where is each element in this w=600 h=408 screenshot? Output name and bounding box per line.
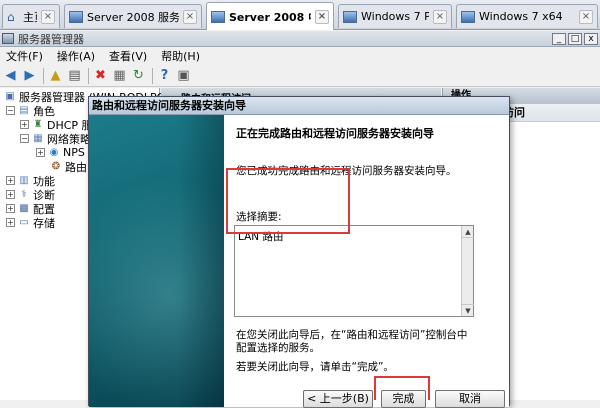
up-folder-icon[interactable]: ▲ <box>47 67 64 84</box>
tab-windows-7-x64[interactable]: Windows 7 x64 × <box>456 4 598 28</box>
wizard-body: 正在完成路由和远程访问服务器安装向导 您已成功完成路由和远程访问服务器安装向导。… <box>224 115 509 407</box>
wizard-heading: 正在完成路由和远程访问服务器安装向导 <box>236 127 434 140</box>
toolbar-separator <box>152 67 153 84</box>
toolbar-separator <box>43 67 44 84</box>
tab-label: Windows 7 x64 <box>479 10 563 23</box>
diagnostics-icon: ⚕ <box>21 189 27 200</box>
tab-label: 主页 <box>23 10 37 24</box>
server-icon: ▣ <box>5 91 15 102</box>
tab-home[interactable]: ⌂ 主页 × <box>2 4 60 28</box>
banner-band <box>179 115 224 407</box>
setup-wizard-dialog: 路由和远程访问服务器安装向导 正在完成路由和远程访问服务器安装向导 您已成功完成… <box>88 96 510 408</box>
tree-item-dhcp[interactable]: + ♜ DHCP 服 <box>20 118 93 132</box>
tree-item-nps[interactable]: + ◉ NPS <box>36 146 85 159</box>
mmc-panel-icon[interactable]: ▣ <box>175 67 192 84</box>
tree-item-configuration[interactable]: + ▩ 配置 <box>6 202 55 216</box>
tab-label: Windows 7 PC 1 <box>361 10 429 23</box>
back-button[interactable]: < 上一步(B) <box>303 390 373 408</box>
expand-toggle-icon[interactable]: + <box>36 148 45 157</box>
roles-icon: ▤ <box>19 105 29 116</box>
vm-icon <box>69 10 83 23</box>
tree-label: NPS <box>63 146 85 159</box>
expand-toggle-icon[interactable]: + <box>6 218 15 227</box>
tree-item-roles[interactable]: − ▤ 角色 <box>6 104 55 118</box>
close-button[interactable]: x <box>584 32 598 45</box>
features-icon: ▥ <box>19 175 29 186</box>
close-icon[interactable]: × <box>41 9 55 24</box>
forward-arrow-icon[interactable]: ▶ <box>21 67 38 84</box>
wizard-banner-art <box>89 115 224 407</box>
menu-view[interactable]: 查看(V) <box>103 48 153 64</box>
wizard-title: 路由和远程访问服务器安装向导 <box>89 97 509 115</box>
collapse-toggle-icon[interactable]: − <box>20 134 29 143</box>
tab-label: Server 2008 服务器 <box>87 10 179 24</box>
tree-label: 存储 <box>33 216 55 230</box>
tree-item-network-policy[interactable]: − ▦ 网络策略 <box>20 132 91 146</box>
dhcp-icon: ♜ <box>33 119 43 130</box>
tab-label: Server 2008 中继 <box>229 10 311 24</box>
expand-toggle-icon[interactable]: + <box>6 204 15 213</box>
routing-icon: ❂ <box>51 161 61 172</box>
close-hint-text: 若要关闭此向导，请单击“完成”。 <box>236 361 394 373</box>
tab-windows-7-pc-1[interactable]: Windows 7 PC 1 × <box>338 4 452 28</box>
window-title: 服务器管理器 <box>18 32 84 46</box>
configuration-icon: ▩ <box>19 203 29 214</box>
menu-bar: 文件(F) 操作(A) 查看(V) 帮助(H) <box>0 47 600 65</box>
tab-server-2008-relay[interactable]: Server 2008 中继 × <box>206 2 334 30</box>
scroll-up-icon[interactable]: ▲ <box>462 226 474 238</box>
toolbar: ◀ ▶ ▲ ▤ ✖ ▦ ↻ ? ▣ <box>0 65 600 87</box>
expand-toggle-icon[interactable]: + <box>6 176 15 185</box>
summary-textbox[interactable]: LAN 路由 ▲ ▼ <box>234 225 474 317</box>
server-manager-icon <box>2 33 14 44</box>
close-icon[interactable]: × <box>433 9 447 24</box>
scroll-down-icon[interactable]: ▼ <box>462 304 474 316</box>
vm-icon <box>211 10 225 23</box>
storage-icon: ▭ <box>19 217 29 228</box>
refresh-icon[interactable]: ↻ <box>130 67 147 84</box>
menu-action[interactable]: 操作(A) <box>51 48 101 64</box>
help-icon[interactable]: ? <box>156 67 173 84</box>
tree-item-routing[interactable]: ❂ 路由 <box>50 160 87 174</box>
expand-toggle-icon[interactable]: + <box>20 120 29 129</box>
annotation-finish-highlight <box>374 376 430 400</box>
tree-item-features[interactable]: + ▥ 功能 <box>6 174 55 188</box>
expand-toggle-icon[interactable]: + <box>6 190 15 199</box>
cancel-button[interactable]: 取消 <box>435 390 505 408</box>
vm-tab-strip: ⌂ 主页 × Server 2008 服务器 × Server 2008 中继 … <box>0 0 600 30</box>
home-icon: ⌂ <box>7 9 15 24</box>
properties-icon[interactable]: ▦ <box>111 67 128 84</box>
tree-label: 网络策略 <box>47 132 91 146</box>
tree-label: 路由 <box>65 160 87 174</box>
close-icon[interactable]: × <box>183 9 197 24</box>
vm-icon <box>461 10 475 23</box>
toolbar-separator <box>88 67 89 84</box>
minimize-button[interactable]: _ <box>552 32 566 45</box>
delete-icon[interactable]: ✖ <box>92 67 109 84</box>
nps-globe-icon: ◉ <box>49 147 59 158</box>
annotation-summary-highlight <box>226 168 350 234</box>
back-arrow-icon[interactable]: ◀ <box>2 67 19 84</box>
tree-item-storage[interactable]: + ▭ 存储 <box>6 216 55 230</box>
window-title-bar: 服务器管理器 _ □ x <box>0 31 600 47</box>
summary-scrollbar[interactable]: ▲ ▼ <box>461 226 474 316</box>
menu-file[interactable]: 文件(F) <box>0 48 49 64</box>
close-icon[interactable]: × <box>315 9 329 24</box>
tree-item-diagnostics[interactable]: + ⚕ 诊断 <box>6 188 55 202</box>
collapse-toggle-icon[interactable]: − <box>6 106 15 115</box>
tab-server-2008-server[interactable]: Server 2008 服务器 × <box>64 4 202 28</box>
restore-button[interactable]: □ <box>568 32 582 45</box>
show-hide-tree-icon[interactable]: ▤ <box>66 67 83 84</box>
after-close-text-line2: 配置选择的服务。 <box>236 342 320 354</box>
network-policy-icon: ▦ <box>33 133 43 144</box>
close-icon[interactable]: × <box>579 9 593 24</box>
vm-icon <box>343 10 357 23</box>
menu-help[interactable]: 帮助(H) <box>155 48 206 64</box>
